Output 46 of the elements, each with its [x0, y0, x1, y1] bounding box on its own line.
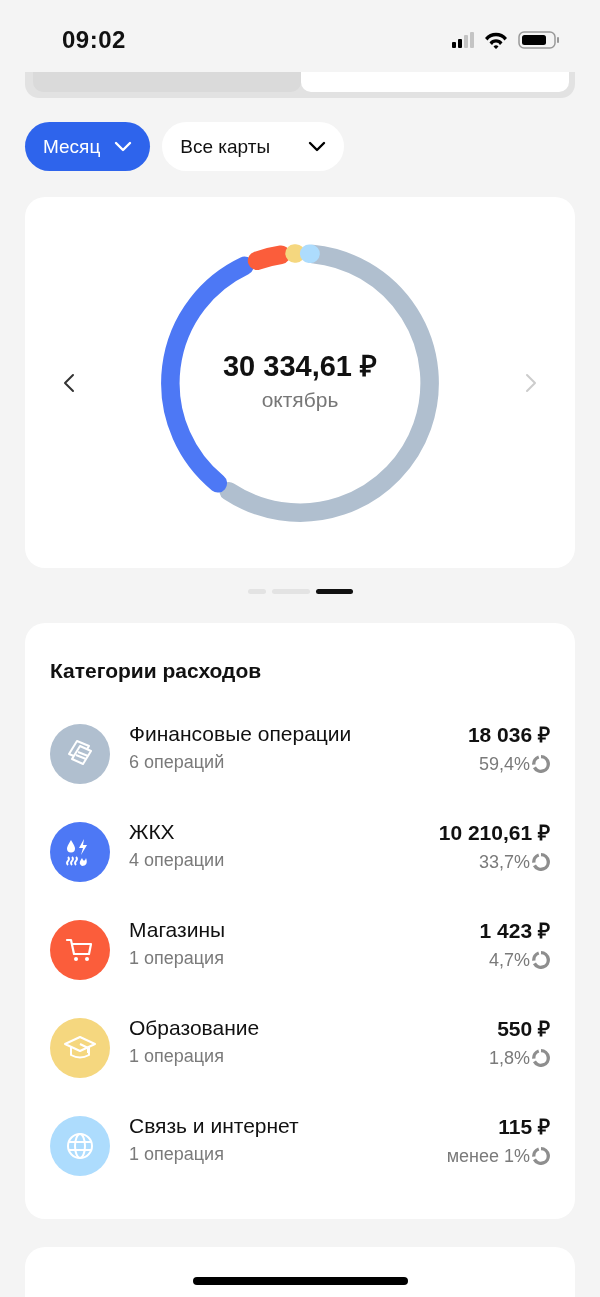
share-percent: 59,4%: [478, 753, 530, 775]
section-title: Категории расходов: [50, 659, 263, 683]
operation-count: 1 операция: [129, 1143, 225, 1165]
segmented-control[interactable]: [25, 72, 575, 98]
share-percent: 33,7%: [478, 851, 530, 873]
segment-tab[interactable]: [301, 72, 569, 92]
period-label: октябрь: [261, 388, 339, 412]
chevron-down-icon: [308, 141, 327, 152]
signal-icon: [452, 32, 474, 48]
donut-icon: [532, 853, 550, 871]
category-amount: 115 ₽: [498, 1113, 550, 1140]
chevron-down-icon: [114, 141, 133, 152]
battery-icon: [518, 31, 560, 49]
chevron-left-icon[interactable]: [63, 372, 75, 393]
category-row[interactable]: Связь и интернет 1 операция 115 ₽ менее 1%: [50, 1097, 550, 1195]
category-row[interactable]: Магазины 1 операция 1 423 ₽ 4,7%: [50, 901, 550, 999]
operation-count: 1 операция: [129, 947, 225, 969]
category-name: Магазины: [129, 917, 227, 942]
category-name: Связь и интернет: [129, 1113, 300, 1138]
donut-icon: [532, 951, 550, 969]
segment-tab[interactable]: [33, 72, 301, 92]
category-name: Образование: [129, 1015, 261, 1040]
donut-icon: [532, 755, 550, 773]
donut-icon: [532, 1147, 550, 1165]
status-time: 09:02: [62, 26, 126, 54]
total-amount: 30 334,61 ₽: [222, 349, 378, 384]
category-row[interactable]: Финансовые операции 6 операций 18 036 ₽ 59,4%: [50, 705, 550, 803]
donut-icon: [532, 1049, 550, 1067]
operation-count: 4 операции: [129, 849, 226, 871]
category-amount: 10 210,61 ₽: [438, 819, 550, 846]
share-percent: 4,7%: [488, 949, 530, 971]
share-percent: менее 1%: [446, 1145, 530, 1167]
wifi-icon: [484, 31, 508, 49]
chevron-right-icon[interactable]: [525, 372, 537, 393]
filter-dropdown[interactable]: Все карты: [162, 122, 345, 171]
operation-count: 6 операций: [129, 751, 226, 773]
category-row[interactable]: Образование 1 операция 550 ₽ 1,8%: [50, 999, 550, 1097]
category-row[interactable]: ЖКХ 4 операции 10 210,61 ₽ 33,7%: [50, 803, 550, 901]
category-amount: 550 ₽: [497, 1015, 550, 1042]
filter-dropdown[interactable]: Месяц: [25, 122, 151, 171]
category-name: Финансовые операции: [129, 721, 353, 746]
category-name: ЖКХ: [129, 819, 176, 844]
share-percent: 1,8%: [488, 1047, 530, 1069]
category-amount: 1 423 ₽: [479, 917, 550, 944]
operation-count: 1 операция: [129, 1045, 225, 1067]
category-amount: 18 036 ₽: [467, 721, 550, 748]
